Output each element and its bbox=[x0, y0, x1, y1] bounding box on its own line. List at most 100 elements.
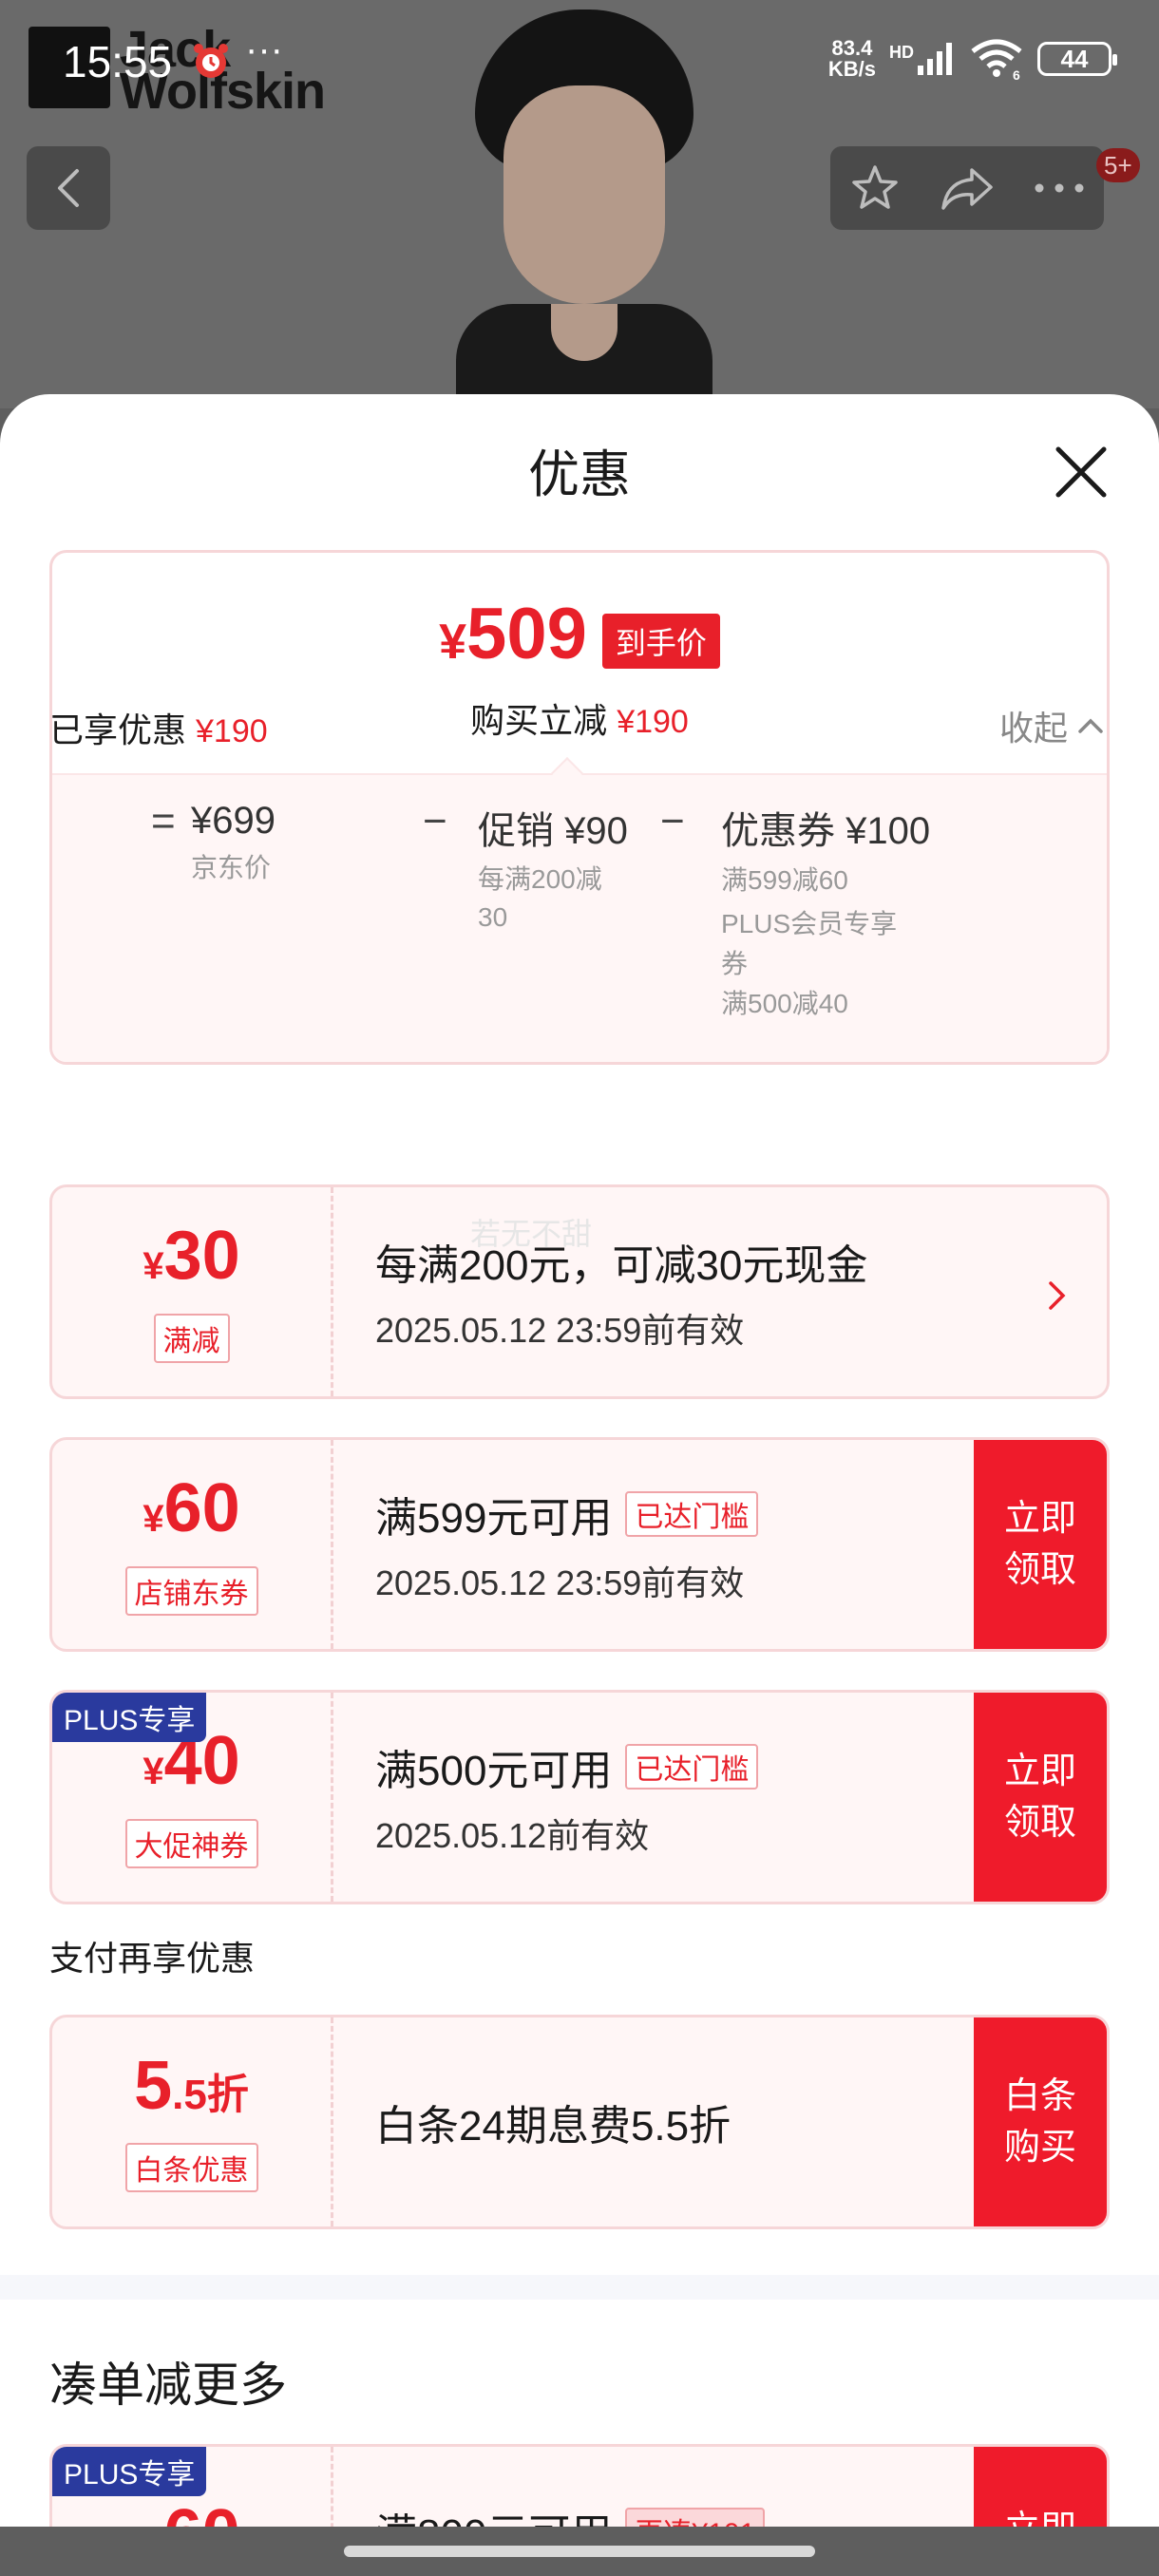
svg-text:6: 6 bbox=[1013, 67, 1020, 80]
claim-button[interactable]: 立即 领取 bbox=[974, 1693, 1107, 1902]
wifi-icon: 6 bbox=[971, 39, 1022, 80]
coupon-plus: ¥40 大促神券 PLUS专享 满500元可用 已达门槛 2025.05.12前… bbox=[49, 1690, 1110, 1904]
price-summary-card: ¥509 到手价 购买立减 ¥190 = ¥699 京东价 − 促销 ¥90 每… bbox=[49, 550, 1110, 1065]
claim-label-line: 立即 bbox=[1003, 1499, 1076, 1539]
enjoyed-label: 已享优惠 bbox=[49, 710, 187, 749]
note-line: 每满200减 bbox=[478, 864, 602, 894]
status-bar: 15:55 ··· 83.4 KB/s HD 6 44 bbox=[0, 0, 1159, 123]
status-time: 15:55 bbox=[63, 37, 173, 86]
plus-badge: PLUS专享 bbox=[52, 1693, 207, 1742]
coupon-store: ¥60 店铺东券 满599元可用 已达门槛 2025.05.12 23:59前有… bbox=[49, 1437, 1110, 1652]
claim-button[interactable]: 立即 领取 bbox=[974, 1440, 1107, 1649]
signal-icon: HD bbox=[889, 43, 956, 75]
coupon-value: 60 bbox=[164, 2496, 240, 2527]
status-indicators: 83.4 KB/s HD 6 44 bbox=[827, 36, 1117, 81]
coupon-currency: ¥ bbox=[142, 1750, 164, 1792]
coupon-currency: ¥ bbox=[142, 1244, 164, 1287]
coupon-currency: ¥ bbox=[142, 1497, 164, 1540]
discount-small: .5折 bbox=[172, 2072, 249, 2118]
coupon-title: 每满200元，可减30元现金 bbox=[375, 1242, 868, 1289]
battery-indicator: 44 bbox=[1037, 42, 1117, 76]
coupon-expiry: 2025.05.12 23:59前有效 bbox=[375, 1563, 745, 1602]
top-actions bbox=[830, 146, 1104, 230]
coupon-expiry: 2025.05.12 23:59前有效 bbox=[375, 1311, 745, 1350]
coupon-condition: 满500元可用 bbox=[375, 1748, 613, 1794]
cart-badge: 5+ bbox=[1096, 148, 1140, 182]
claim-button[interactable]: 立即 bbox=[974, 2447, 1107, 2527]
add-more-pill: 再凑¥101 bbox=[625, 2508, 766, 2527]
breakdown-promotion: 促销 ¥90 每满200减 30 bbox=[478, 800, 628, 937]
minus-sign: − bbox=[423, 798, 447, 844]
star-icon[interactable] bbox=[849, 162, 901, 214]
share-icon[interactable] bbox=[940, 164, 995, 212]
coupon-body: 满599元可用 已达门槛 2025.05.12 23:59前有效 bbox=[375, 1440, 759, 1649]
chevron-left-icon bbox=[58, 169, 79, 207]
final-price-tag: 到手价 bbox=[601, 614, 720, 669]
status-more-dots: ··· bbox=[245, 28, 283, 70]
sheet-title: 优惠 bbox=[528, 446, 631, 503]
close-icon[interactable] bbox=[1051, 442, 1112, 502]
coupon-value: 30 bbox=[163, 1217, 240, 1294]
breakdown-note: 京东价 bbox=[191, 853, 272, 882]
coupon-body: 白条24期息费5.5折 bbox=[375, 2017, 731, 2226]
coupon-body: 满800元可用 再凑¥101 bbox=[375, 2447, 766, 2527]
coupon-baitiao: 5.5折 白条优惠 白条24期息费5.5折 白条 购买 bbox=[49, 2015, 1110, 2229]
final-price: ¥509 bbox=[439, 598, 587, 678]
buy-label-line: 购买 bbox=[1003, 2128, 1076, 2168]
threshold-pill: 已达门槛 bbox=[625, 1744, 759, 1790]
coupon-amount: 5.5折 bbox=[134, 2052, 249, 2130]
coupon-title: 满500元可用 已达门槛 bbox=[375, 1736, 759, 1797]
collapse-label: 收起 bbox=[999, 709, 1069, 748]
coupon-title: 满599元可用 已达门槛 bbox=[375, 1484, 759, 1544]
note-line: 券 bbox=[721, 949, 749, 978]
coupon-title: 白条24期息费5.5折 bbox=[375, 2103, 732, 2150]
coupon-condition: 满800元可用 bbox=[375, 2500, 612, 2527]
claim-label-line: 领取 bbox=[1003, 1803, 1076, 1843]
breakdown-jd-price: ¥699 京东价 bbox=[191, 800, 276, 888]
chevron-right-icon bbox=[1049, 1281, 1066, 1310]
section-divider bbox=[0, 2275, 1159, 2300]
equals-sign: = bbox=[151, 798, 176, 844]
net-speed-unit: KB/s bbox=[827, 57, 876, 81]
home-indicator[interactable] bbox=[344, 2546, 815, 2557]
discount-sheet: 优惠 ¥509 到手价 购买立减 ¥190 = ¥699 京东价 − 促销 ¥9… bbox=[0, 394, 1159, 2527]
plus-badge: PLUS专享 bbox=[52, 2447, 207, 2496]
pay-section-title: 支付再享优惠 bbox=[49, 1939, 256, 1978]
back-button[interactable] bbox=[27, 146, 110, 230]
hd-label: HD bbox=[889, 43, 914, 62]
minus-sign: − bbox=[660, 798, 685, 844]
coupon-more: ¥60 PLUS专享 满800元可用 再凑¥101 立即 bbox=[49, 2444, 1110, 2527]
coupon-amount: ¥60 bbox=[142, 1474, 239, 1553]
coupon-full-reduction[interactable]: ¥30 满减 若无不甜 每满200元，可减30元现金 2025.05.12 23… bbox=[49, 1184, 1110, 1399]
coupon-value: 60 bbox=[163, 1469, 240, 1546]
enjoyed-value: ¥190 bbox=[196, 713, 268, 749]
breakdown-note: 满599减60 PLUS会员专享 券 满500减40 bbox=[721, 861, 930, 1024]
collapse-button[interactable]: 收起 bbox=[999, 701, 1104, 750]
discount-main: 5 bbox=[134, 2048, 173, 2124]
net-speed-value: 83.4 bbox=[831, 36, 873, 60]
more-section-title: 凑单减更多 bbox=[49, 2358, 287, 2412]
breakdown-note: 每满200减 30 bbox=[478, 861, 628, 937]
coupon-kind: 满减 bbox=[153, 1313, 230, 1363]
final-price-currency: ¥ bbox=[439, 615, 467, 670]
note-line: 30 bbox=[478, 902, 508, 932]
final-price-row: ¥509 到手价 bbox=[52, 598, 1107, 678]
coupon-amount-area: ¥30 满减 bbox=[52, 1187, 333, 1396]
more-icon[interactable] bbox=[1034, 182, 1085, 194]
reduction-value: ¥190 bbox=[617, 704, 689, 740]
claim-label-line: 领取 bbox=[1003, 1550, 1076, 1590]
buy-label-line: 白条 bbox=[1003, 2076, 1076, 2116]
cell-signal-icon bbox=[918, 43, 952, 75]
alarm-clock-icon bbox=[194, 44, 228, 78]
coupon-kind: 店铺东券 bbox=[124, 1565, 258, 1616]
final-price-value: 509 bbox=[466, 594, 587, 674]
claim-label-line: 立即 bbox=[1003, 1752, 1076, 1791]
claim-label-line: 立即 bbox=[1004, 2504, 1076, 2527]
coupon-expiry: 2025.05.12前有效 bbox=[375, 1816, 650, 1855]
note-line: PLUS会员专享 bbox=[721, 909, 898, 938]
baitiao-buy-button[interactable]: 白条 购买 bbox=[974, 2017, 1107, 2226]
coupon-amount-area: ¥60 店铺东券 bbox=[52, 1440, 333, 1649]
note-line: 满500减40 bbox=[721, 989, 848, 1018]
coupon-condition: 满599元可用 bbox=[375, 1495, 613, 1542]
threshold-pill: 已达门槛 bbox=[625, 1491, 759, 1537]
